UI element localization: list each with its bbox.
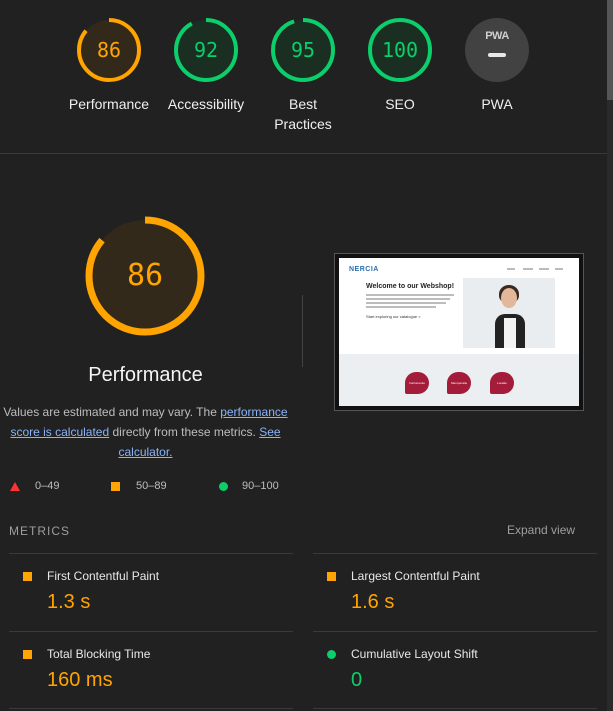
fail-triangle-icon — [10, 482, 20, 491]
performance-gauge: 86 — [77, 18, 141, 82]
pwa-dash-icon — [488, 53, 506, 57]
screenshot-nav-item — [555, 268, 563, 270]
accessibility-label: Accessibility — [167, 96, 245, 112]
category-seo[interactable]: 100 SEO — [345, 18, 455, 114]
metrics-heading: METRICS — [9, 524, 70, 538]
average-square-icon — [23, 572, 32, 581]
accessibility-score: 92 — [193, 38, 219, 62]
screenshot-nav-item — [523, 268, 533, 270]
legend-average: 50–89 — [136, 480, 167, 492]
category-pwa[interactable]: PWA PWA — [442, 18, 552, 114]
metric-value: 0 — [351, 669, 363, 691]
metric-divider — [9, 708, 293, 709]
metric-divider — [9, 631, 293, 632]
pwa-label: PWA — [481, 96, 513, 112]
performance-title: Performance — [88, 364, 203, 386]
category-performance[interactable]: 86 Performance — [54, 18, 164, 114]
seo-score: 100 — [381, 38, 419, 62]
expand-view-button[interactable]: Expand view — [507, 523, 575, 537]
performance-main-gauge: 86 — [85, 216, 205, 336]
metric-value: 1.6 s — [351, 591, 395, 613]
average-square-icon — [23, 650, 32, 659]
scrollbar-thumb[interactable] — [607, 0, 613, 100]
screenshot-logo: NERCIA — [349, 266, 379, 273]
pass-circle-icon — [327, 650, 336, 659]
screenshot-text-line — [366, 306, 436, 308]
best-practices-label-line2: Practices — [274, 116, 332, 132]
desc-middle: directly from these metrics. — [109, 425, 260, 439]
metric-value: 160 ms — [47, 669, 113, 691]
performance-score: 86 — [96, 38, 122, 62]
best-practices-gauge: 95 — [271, 18, 335, 82]
screenshot-button-label: Instrumente — [409, 381, 425, 385]
metric-divider — [313, 631, 597, 632]
performance-description: Values are estimated and may vary. The p… — [0, 402, 291, 462]
screenshot-heading: Welcome to our Webshop! — [366, 283, 455, 290]
average-square-icon — [327, 572, 336, 581]
pwa-badge-icon: PWA — [465, 18, 529, 82]
category-accessibility[interactable]: 92 Accessibility — [151, 18, 261, 114]
screenshot-button: Steroperatie — [447, 372, 471, 394]
legend-fail: 0–49 — [35, 480, 60, 492]
photo-shirt — [504, 318, 516, 348]
screenshot-button-label: Locatie — [497, 381, 507, 385]
screenshot-nav-item — [539, 268, 549, 270]
final-screenshot[interactable]: NERCIA Welcome to our Webshop! Start exp… — [334, 253, 584, 411]
best-practices-label-line1: Best — [288, 96, 317, 112]
metric-value: 1.3 s — [47, 591, 91, 613]
screenshot-photo — [463, 278, 555, 348]
metric-divider — [313, 553, 597, 554]
screenshot-button: Locatie — [490, 372, 514, 394]
performance-label: Performance — [68, 96, 150, 112]
screenshot-page: NERCIA Welcome to our Webshop! Start exp… — [339, 258, 579, 406]
best-practices-score: 95 — [290, 38, 316, 62]
photo-head — [501, 288, 517, 308]
metric-name: First Contentful Paint — [47, 569, 160, 583]
metric-name: Cumulative Layout Shift — [351, 647, 478, 661]
metric-name: Total Blocking Time — [47, 647, 151, 661]
screenshot-button: Instrumente — [405, 372, 429, 394]
legend-pass: 90–100 — [242, 480, 279, 492]
metric-divider — [313, 708, 597, 709]
screenshot-text-line — [366, 298, 450, 300]
best-practices-label: Best Practices — [248, 94, 358, 134]
pass-circle-icon — [219, 482, 228, 491]
pwa-badge-text: PWA — [485, 30, 509, 42]
screenshot-text-line — [366, 302, 446, 304]
metric-divider — [9, 553, 293, 554]
seo-label: SEO — [385, 96, 415, 112]
desc-prefix: Values are estimated and may vary. The — [3, 405, 221, 419]
screenshot-cta: Start exploring our catalogue > — [366, 314, 421, 319]
seo-gauge: 100 — [368, 18, 432, 82]
accessibility-gauge: 92 — [174, 18, 238, 82]
scrollbar[interactable] — [607, 0, 613, 711]
vertical-divider — [302, 295, 303, 367]
screenshot-text-line — [366, 294, 454, 296]
top-divider — [0, 153, 607, 154]
category-best-practices[interactable]: 95 Best Practices — [248, 18, 358, 134]
screenshot-button-label: Steroperatie — [450, 381, 468, 385]
screenshot-nav-item — [507, 268, 515, 270]
metric-name: Largest Contentful Paint — [351, 569, 480, 583]
average-square-icon — [111, 482, 120, 491]
performance-main-score: 86 — [126, 258, 164, 293]
